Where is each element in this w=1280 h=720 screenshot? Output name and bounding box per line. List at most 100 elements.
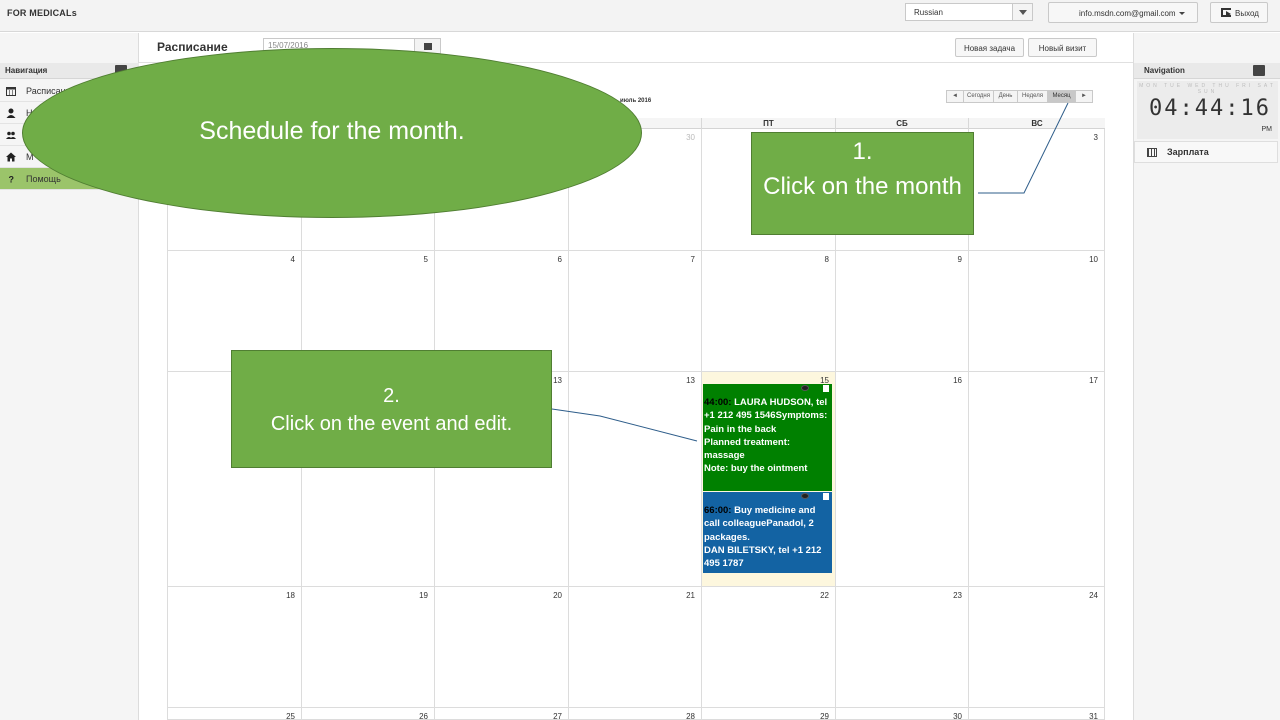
logout-icon: [1221, 8, 1231, 17]
day-number: 24: [1089, 591, 1098, 600]
day-number: 9: [957, 255, 962, 264]
clock-time: 04:44:16: [1149, 96, 1271, 121]
brand-logo: FOR MEDICALs: [7, 8, 77, 18]
calendar-day-cell[interactable]: 29: [701, 708, 835, 720]
day-number: 4: [290, 255, 295, 264]
right-sidebar: Navigation MON TUE WED THU FRI SAT SUN 0…: [1133, 33, 1280, 720]
right-sidebar-header: Navigation: [1134, 63, 1280, 79]
event-actions: [801, 493, 829, 500]
day-number: 3: [1093, 133, 1098, 142]
calendar-icon: [6, 87, 16, 96]
event-text: LAURA HUDSON, tel +1 212 495 1546Symptom…: [704, 397, 828, 475]
calendar-week-row: 18 19 20 21 22 23 24: [167, 587, 1105, 708]
calendar-event[interactable]: 44:00: LAURA HUDSON, tel +1 212 495 1546…: [703, 384, 832, 491]
calendar-day-cell[interactable]: 31: [968, 708, 1105, 720]
chevron-down-icon[interactable]: [1012, 4, 1032, 20]
calendar-day-cell[interactable]: 26: [301, 708, 434, 720]
user-email: info.msdn.com@gmail.com: [1079, 9, 1176, 18]
callout-step-text: Click on the month: [763, 173, 962, 200]
calendar-day-cell[interactable]: 24: [968, 587, 1105, 707]
day-number: 10: [1089, 255, 1098, 264]
new-visit-button[interactable]: Новый визит: [1028, 38, 1097, 57]
calendar-day-cell[interactable]: 27: [434, 708, 568, 720]
help-icon: ?: [9, 175, 15, 185]
calendar-day-cell[interactable]: 7: [568, 251, 701, 371]
logout-button[interactable]: Выход: [1210, 2, 1268, 23]
callout-step-text: Click on the event and edit.: [270, 413, 513, 435]
day-number: 19: [419, 591, 428, 600]
prev-button[interactable]: ◄: [946, 90, 964, 103]
calendar-day-cell[interactable]: 30: [835, 708, 968, 720]
sidebar-item-label: Помощь: [26, 174, 61, 184]
top-bar: FOR MEDICALs Russian info.msdn.com@gmail…: [0, 0, 1280, 32]
view-week-button[interactable]: Неделя: [1017, 90, 1048, 103]
calendar-day-cell[interactable]: 10: [968, 251, 1105, 371]
day-number: 16: [953, 376, 962, 385]
day-number: 23: [953, 591, 962, 600]
callout-step-number: 1.: [852, 138, 873, 165]
trash-icon[interactable]: [823, 493, 829, 500]
calendar-week-row: 25 26 27 28 29 30 31: [167, 708, 1105, 720]
today-button[interactable]: Сегодня: [963, 90, 994, 103]
calendar-day-cell[interactable]: 16: [835, 372, 968, 586]
trash-icon[interactable]: [823, 385, 829, 392]
day-number: 6: [557, 255, 562, 264]
svg-text:?: ?: [9, 175, 15, 185]
sidebar-item-salary[interactable]: Зарплата: [1134, 141, 1278, 163]
calendar-day-cell[interactable]: 20: [434, 587, 568, 707]
event-time: 66:00:: [704, 505, 732, 516]
view-icon[interactable]: [801, 493, 809, 499]
calendar-month-title: июль 2016: [620, 98, 652, 104]
day-number: 26: [419, 712, 428, 720]
next-button[interactable]: ►: [1075, 90, 1093, 103]
day-number: 7: [690, 255, 695, 264]
calendar-day-cell[interactable]: 25: [167, 708, 301, 720]
day-number: 25: [286, 712, 295, 720]
day-number: 8: [824, 255, 829, 264]
view-month-button[interactable]: Месяц: [1047, 90, 1076, 103]
calendar-day-cell[interactable]: 13: [568, 372, 701, 586]
caret-down-icon: [1178, 12, 1185, 16]
day-number: 5: [423, 255, 428, 264]
callout-step-number: 2.: [383, 385, 400, 407]
calendar-day-cell[interactable]: 9: [835, 251, 968, 371]
clock-ampm: PM: [1261, 126, 1273, 133]
language-value: Russian: [914, 8, 943, 17]
home-icon: [6, 152, 16, 162]
collapse-icon[interactable]: [1253, 65, 1265, 76]
calendar-day-cell[interactable]: 22: [701, 587, 835, 707]
day-number: 22: [820, 591, 829, 600]
event-time: 44:00:: [704, 397, 732, 408]
weekday-header: ВС: [968, 118, 1105, 129]
calendar-event[interactable]: 66:00: Buy medicine and call colleaguePa…: [703, 492, 832, 573]
view-day-button[interactable]: День: [993, 90, 1018, 103]
day-number: 27: [553, 712, 562, 720]
person-icon: [6, 108, 16, 118]
day-number: 30: [953, 712, 962, 720]
calendar-day-cell[interactable]: 8: [701, 251, 835, 371]
logout-label: Выход: [1235, 9, 1259, 18]
calendar-toolbar: ◄ Сегодня День Неделя Месяц ►: [946, 90, 1093, 103]
callout-step-1: 1. Click on the month: [751, 132, 974, 235]
table-icon: [1147, 148, 1157, 157]
users-icon: [6, 131, 16, 139]
calendar-day-cell[interactable]: 3: [968, 129, 1105, 250]
weekday-header: ПТ: [701, 118, 835, 129]
calendar-day-cell[interactable]: 23: [835, 587, 968, 707]
day-number: 21: [686, 591, 695, 600]
calendar-day-cell[interactable]: 18: [167, 587, 301, 707]
new-task-button[interactable]: Новая задача: [955, 38, 1024, 57]
callout-ellipse: Schedule for the month.: [22, 48, 642, 218]
sidebar-item-label: Зарплата: [1167, 147, 1209, 157]
calendar-day-cell[interactable]: 19: [301, 587, 434, 707]
event-actions: [801, 385, 829, 392]
language-select[interactable]: Russian: [905, 3, 1033, 21]
day-number: 17: [1089, 376, 1098, 385]
view-icon[interactable]: [801, 385, 809, 391]
user-menu[interactable]: info.msdn.com@gmail.com: [1048, 2, 1198, 23]
calendar-day-cell[interactable]: 17: [968, 372, 1105, 586]
day-number: 30: [686, 133, 695, 142]
day-number: 18: [286, 591, 295, 600]
calendar-day-cell[interactable]: 21: [568, 587, 701, 707]
calendar-day-cell[interactable]: 28: [568, 708, 701, 720]
